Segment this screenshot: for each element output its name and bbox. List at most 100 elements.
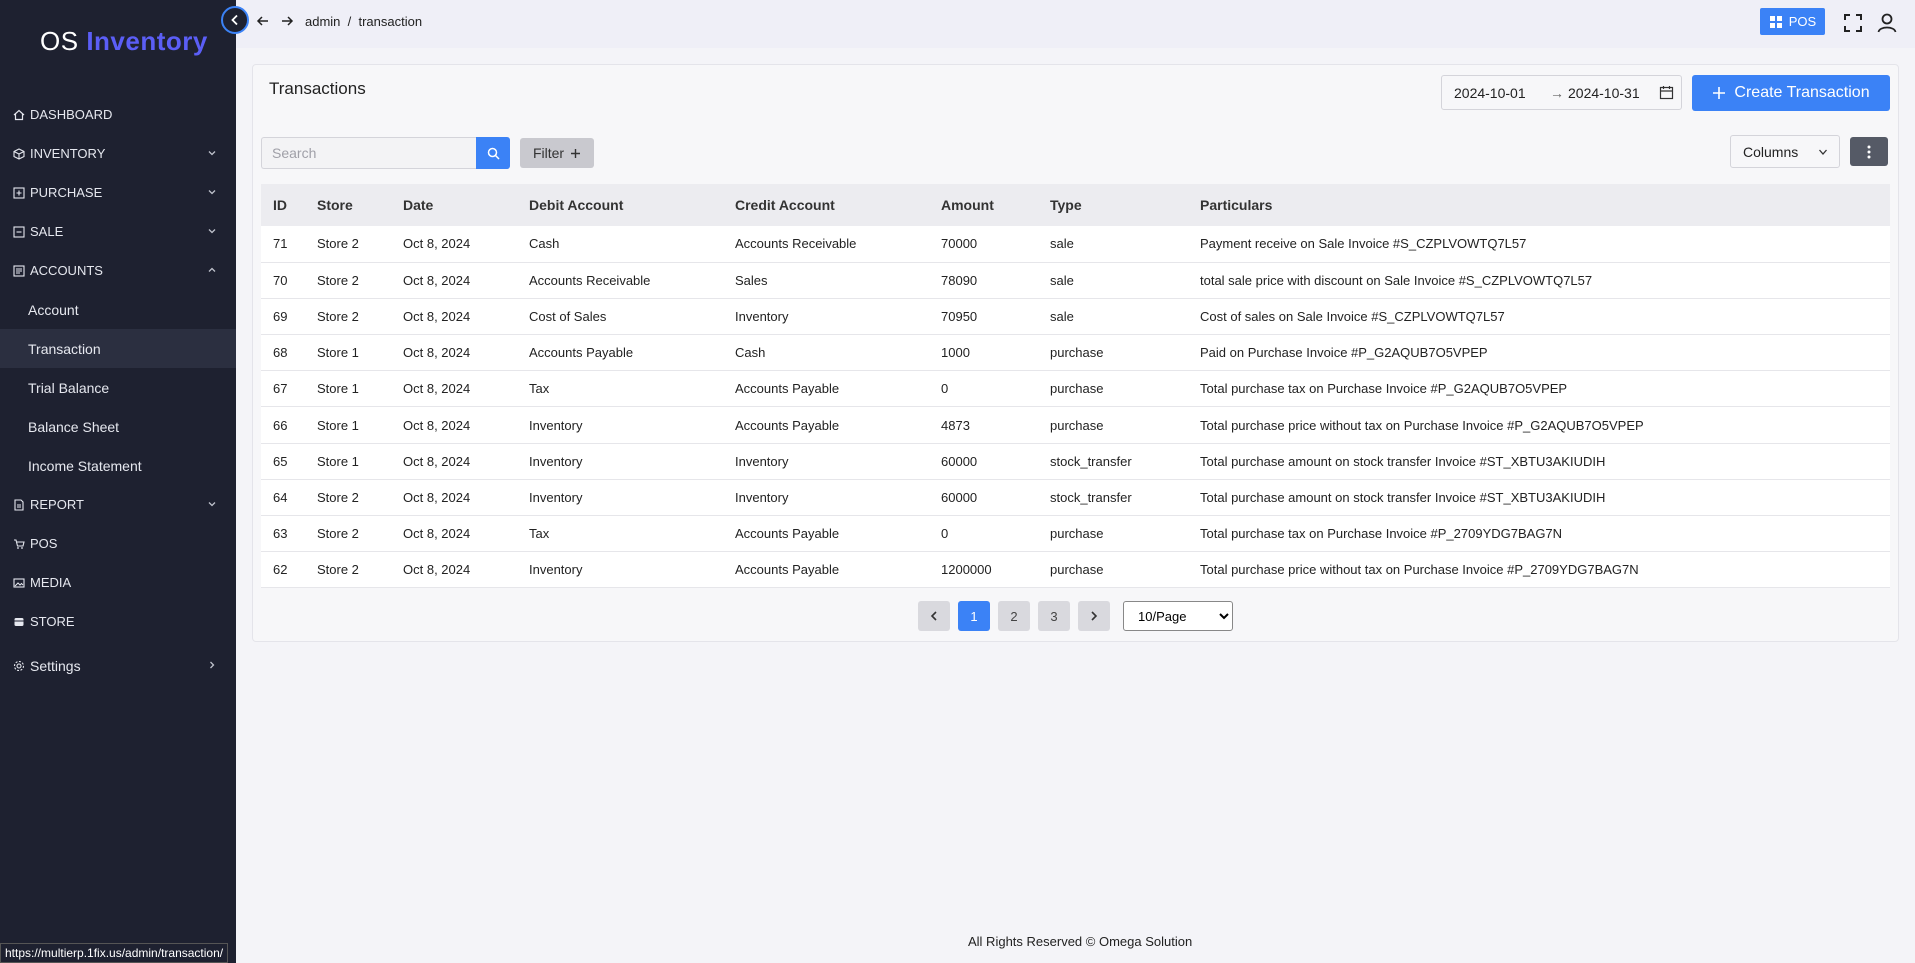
table-row[interactable]: 66 Store 1 Oct 8, 2024 Inventory Accounts Pa…	[261, 406, 1890, 444]
sidebar-item-label: REPORT	[30, 497, 84, 512]
sidebar-item-purchase[interactable]: PURCHASE	[0, 173, 236, 212]
table-cell: Accounts Payable	[735, 381, 840, 397]
chevron-left-icon	[930, 611, 937, 621]
gear-icon	[12, 659, 26, 673]
per-page-select[interactable]: 10/Page	[1123, 601, 1233, 631]
user-icon[interactable]	[1876, 12, 1898, 34]
transactions-card: Transactions 2024-10-01 → 2024-10-31 Cre…	[252, 64, 1899, 642]
forward-arrow-icon[interactable]	[279, 13, 295, 29]
table-row[interactable]: 70 Store 2 Oct 8, 2024 Accounts Receivable S…	[261, 262, 1890, 299]
table-row[interactable]: 63 Store 2 Oct 8, 2024 Tax Accounts Payable 0…	[261, 515, 1890, 552]
table-row[interactable]: 65 Store 1 Oct 8, 2024 Inventory Inventory 60…	[261, 443, 1890, 480]
kebab-menu-icon	[1867, 145, 1871, 158]
table-cell: Tax	[529, 381, 550, 397]
table-cell: purchase	[1050, 562, 1104, 578]
table-cell: Store 2	[317, 308, 359, 324]
column-header[interactable]: Particulars	[1200, 184, 1890, 226]
sidebar-item-accounts[interactable]: ACCOUNTS	[0, 251, 236, 290]
search-input[interactable]	[261, 137, 476, 169]
sidebar-subitem-trial-balance[interactable]: Trial Balance	[0, 368, 236, 407]
sidebar-item-pos[interactable]: POS	[0, 524, 236, 563]
table-cell: total sale price with discount on Sale I…	[1200, 272, 1593, 288]
table-cell: 1000	[941, 345, 970, 361]
sidebar-subitem-balance-sheet[interactable]: Balance Sheet	[0, 407, 236, 446]
sidebar-item-store[interactable]: STORE	[0, 602, 236, 641]
sidebar-item-media[interactable]: MEDIA	[0, 563, 236, 602]
back-arrow-icon[interactable]	[255, 13, 271, 29]
breadcrumb[interactable]: admin / transaction	[305, 14, 422, 29]
table-cell: Accounts Payable	[735, 562, 840, 578]
table-cell: Inventory	[529, 417, 583, 433]
pagination: 1 2 3 10/Page	[253, 601, 1900, 633]
page-button-3[interactable]: 3	[1038, 601, 1070, 631]
more-options-button[interactable]	[1850, 137, 1888, 166]
table-cell: 60000	[941, 489, 978, 505]
table-row[interactable]: 68 Store 1 Oct 8, 2024 Accounts Payable Cash…	[261, 334, 1890, 371]
sidebar-subitem-income-statement[interactable]: Income Statement	[0, 446, 236, 485]
table-row[interactable]: 71 Store 2 Oct 8, 2024 Cash Accounts Receiva…	[261, 226, 1890, 263]
table-cell: Oct 8, 2024	[403, 272, 471, 288]
table-cell: Oct 8, 2024	[403, 453, 471, 469]
sidebar-item-label: ACCOUNTS	[30, 263, 103, 278]
table-row[interactable]: 62 Store 2 Oct 8, 2024 Inventory Accounts Pa…	[261, 551, 1890, 588]
table-cell: Inventory	[529, 562, 583, 578]
table-cell: Oct 8, 2024	[403, 562, 471, 578]
date-to[interactable]: 2024-10-31	[1568, 85, 1640, 101]
sidebar-collapse-button[interactable]	[221, 6, 249, 34]
table-cell: Store 1	[317, 381, 359, 397]
logo-name: Inventory	[86, 26, 208, 56]
table-cell: Oct 8, 2024	[403, 381, 471, 397]
table-cell: Store 1	[317, 345, 359, 361]
sidebar-item-dashboard[interactable]: DASHBOARD	[0, 95, 236, 134]
sidebar-subitem-transaction[interactable]: Transaction	[0, 329, 236, 368]
table-row[interactable]: 64 Store 2 Oct 8, 2024 Inventory Inventory 60…	[261, 479, 1890, 516]
search-button[interactable]	[476, 137, 510, 169]
create-transaction-button[interactable]: Create Transaction	[1692, 75, 1890, 111]
table-cell: Accounts Receivable	[529, 272, 651, 288]
chevron-left-icon	[231, 14, 238, 26]
page-title: Transactions	[269, 79, 366, 98]
table-cell: 60000	[941, 453, 978, 469]
table-cell: Sales	[735, 272, 768, 288]
sidebar-item-inventory[interactable]: INVENTORY	[0, 134, 236, 173]
fullscreen-icon[interactable]	[1842, 12, 1864, 34]
report-icon	[12, 498, 26, 512]
pos-button[interactable]: POS	[1760, 8, 1825, 35]
column-header[interactable]: ID	[261, 184, 317, 226]
pos-button-label: POS	[1788, 14, 1817, 29]
next-page-button[interactable]	[1078, 601, 1110, 631]
column-header[interactable]: Store	[317, 184, 403, 226]
column-header[interactable]: Amount	[941, 184, 1050, 226]
column-header[interactable]: Type	[1050, 184, 1200, 226]
footer-copyright: All Rights Reserved © Omega Solution	[968, 934, 1193, 949]
column-header[interactable]: Credit Account	[735, 184, 941, 226]
sidebar-item-report[interactable]: REPORT	[0, 485, 236, 524]
ledger-icon	[12, 264, 26, 278]
column-header[interactable]: Date	[403, 184, 529, 226]
table-cell: Store 2	[317, 562, 359, 578]
table-cell: 4873	[941, 417, 970, 433]
table-row[interactable]: 67 Store 1 Oct 8, 2024 Tax Accounts Payable 0…	[261, 370, 1890, 407]
sidebar-item-sale[interactable]: SALE	[0, 212, 236, 251]
home-icon	[12, 108, 26, 122]
prev-page-button[interactable]	[918, 601, 950, 631]
cube-icon	[12, 147, 26, 161]
logo-os: OS	[40, 26, 79, 56]
plus-square-icon	[12, 186, 26, 200]
date-from[interactable]: 2024-10-01	[1454, 85, 1526, 101]
table-row[interactable]: 69 Store 2 Oct 8, 2024 Cost of Sales Invento…	[261, 298, 1890, 335]
table-cell: Oct 8, 2024	[403, 345, 471, 361]
app-logo[interactable]: OS Inventory	[40, 26, 208, 57]
sidebar-item-settings[interactable]: Settings	[0, 646, 236, 685]
column-header[interactable]: Debit Account	[529, 184, 735, 226]
page-button-1[interactable]: 1	[958, 601, 990, 631]
table-cell: Store 2	[317, 236, 359, 252]
table-cell: Total purchase price without tax on Purc…	[1200, 417, 1644, 433]
columns-dropdown[interactable]: Columns	[1730, 135, 1840, 168]
sidebar-subitem-account[interactable]: Account	[0, 290, 236, 329]
table-cell: Inventory	[735, 308, 789, 324]
date-range-picker[interactable]: 2024-10-01 → 2024-10-31	[1441, 75, 1682, 110]
table-cell: 69	[273, 308, 288, 324]
page-button-2[interactable]: 2	[998, 601, 1030, 631]
filter-button[interactable]: Filter	[520, 138, 594, 168]
